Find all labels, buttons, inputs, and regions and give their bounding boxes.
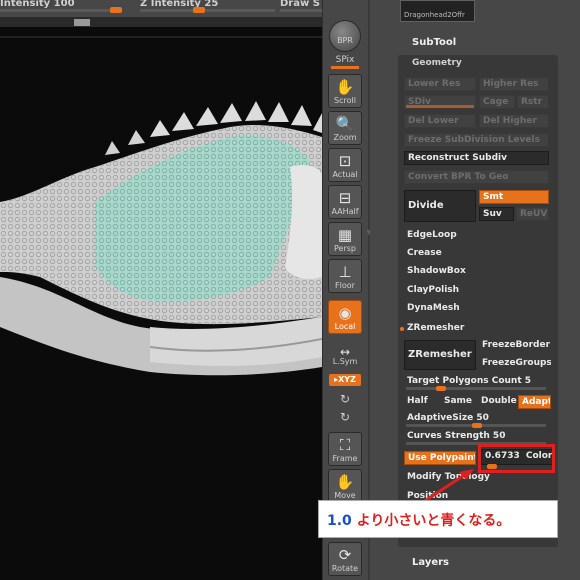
intensity-slider-knob[interactable] [110, 7, 122, 13]
rotate-button[interactable]: ⟳ Rotate [328, 542, 362, 576]
thumbnail-label: Dragonhead2Offr [404, 11, 465, 19]
freeze-subdivision-button[interactable]: Freeze SubDivision Levels [404, 133, 549, 147]
floor-icon: ⊥ [338, 263, 352, 281]
smt-toggle[interactable]: Smt [479, 190, 549, 204]
lsym-button[interactable]: ↔ L.Sym [328, 340, 362, 368]
highlight-box [478, 444, 555, 473]
local-transform-icon: ◉ [338, 304, 352, 322]
zremesher-button[interactable]: ZRemesher [404, 340, 476, 370]
spix-label[interactable]: SPix [328, 55, 362, 65]
horizontal-scrollbar[interactable] [0, 17, 322, 27]
edgeloop-subpalette[interactable]: EdgeLoop [404, 229, 549, 243]
rstr-button[interactable]: Rstr [517, 95, 549, 109]
convert-bpr-button[interactable]: Convert BPR To Geo [404, 170, 549, 184]
del-lower-button[interactable]: Del Lower [404, 114, 476, 128]
double-button[interactable]: Double [478, 395, 518, 409]
move-button[interactable]: ✋ Move [328, 469, 362, 503]
del-higher-button[interactable]: Del Higher [479, 114, 549, 128]
frame-label: Frame [332, 454, 358, 463]
cage-button[interactable]: Cage [479, 95, 515, 109]
aahalf-label: AAHalf [331, 207, 359, 216]
move-hand-icon: ✋ [335, 473, 355, 491]
annotation-message: より小さいと青くなる。 [351, 513, 511, 529]
adaptive-size-knob[interactable] [472, 423, 482, 428]
local-label: Local [334, 322, 356, 331]
bpr-button[interactable]: BPR [329, 20, 361, 52]
suv-toggle[interactable]: Suv [479, 207, 514, 221]
crease-subpalette[interactable]: Crease [404, 247, 549, 261]
reuv-button[interactable]: ReUV [516, 207, 549, 221]
shadowbox-subpalette[interactable]: ShadowBox [404, 265, 549, 279]
target-polygons-knob[interactable] [436, 386, 446, 391]
actual-size-icon: ⊡ [338, 152, 352, 170]
actual-button[interactable]: ⊡ Actual [328, 148, 362, 182]
intensity-slider[interactable] [0, 9, 120, 12]
use-polypaint-toggle[interactable]: Use Polypaint [404, 451, 476, 465]
hand-icon: ✋ [335, 78, 355, 96]
bpr-label: BPR [337, 36, 353, 45]
annotation-number: 1.0 [327, 513, 352, 529]
floor-label: Floor [335, 281, 355, 290]
rotate-icon: ⟳ [338, 546, 352, 564]
draw-size-label: Draw S [280, 0, 320, 9]
modify-topology-subpalette[interactable]: Modify Topology [404, 471, 549, 485]
persp-label: Persp [334, 244, 356, 253]
dragon-head-model [0, 36, 322, 376]
target-polygons-track[interactable] [406, 387, 546, 390]
lower-res-button[interactable]: Lower Res [404, 77, 476, 91]
same-button[interactable]: Same [441, 395, 473, 409]
frame-button[interactable]: ⛶ Frame [328, 432, 362, 466]
layers-header[interactable]: Layers [412, 557, 449, 568]
persp-button[interactable]: ▦ Persp [328, 222, 362, 256]
annotation-callout: 1.0 より小さいと青くなる。 [318, 500, 558, 538]
dynamesh-subpalette[interactable]: DynaMesh [404, 302, 549, 316]
rotate-label: Rotate [331, 564, 359, 573]
local-button[interactable]: ◉ Local [328, 300, 362, 334]
floor-button[interactable]: ⊥ Floor [328, 259, 362, 293]
rotate-axis-icon[interactable]: ↻ [328, 392, 362, 406]
rotate-axis-icon-2[interactable]: ↻ [328, 410, 362, 424]
right-shelf: BPR SPix ✋ Scroll 🔍 Zoom ⊡ Actual ⊟ AAHa… [322, 0, 368, 580]
actual-label: Actual [332, 170, 358, 179]
zremesher-subpalette[interactable]: ZRemesher [404, 322, 549, 336]
perspective-grid-icon: ▦ [337, 226, 353, 244]
aahalf-button[interactable]: ⊟ AAHalf [328, 185, 362, 219]
subtool-thumbnail[interactable]: Dragonhead2Offr [400, 0, 475, 22]
freeze-border-toggle[interactable]: FreezeBorder [479, 339, 551, 353]
claypolish-subpalette[interactable]: ClayPolish [404, 284, 549, 298]
xyz-button[interactable]: ▸XYZ [329, 374, 361, 386]
z-intensity-label: Z Intensity 25 [140, 0, 219, 9]
zoom-label: Zoom [333, 133, 357, 142]
frame-icon: ⛶ [339, 436, 351, 454]
aahalf-icon: ⊟ [338, 189, 352, 207]
intensity-label: Intensity 100 [0, 0, 75, 9]
sdiv-slider-track[interactable] [406, 105, 474, 108]
higher-res-button[interactable]: Higher Res [479, 77, 549, 91]
half-button[interactable]: Half [404, 395, 434, 409]
lsym-label: L.Sym [332, 357, 358, 366]
scroll-button[interactable]: ✋ Scroll [328, 74, 362, 108]
scrollbar-thumb[interactable] [74, 19, 90, 26]
subtool-header[interactable]: SubTool [412, 37, 456, 48]
freeze-groups-toggle[interactable]: FreezeGroups [479, 357, 551, 371]
z-intensity-slider-knob[interactable] [193, 7, 205, 13]
document-viewport[interactable] [0, 27, 322, 580]
annotation-text: 1.0 より小さいと青くなる。 [327, 510, 510, 530]
reconstruct-subdiv-button[interactable]: Reconstruct Subdiv [404, 151, 549, 165]
draw-size-slider[interactable] [280, 9, 322, 12]
geometry-header[interactable]: Geometry [412, 58, 462, 68]
move-label: Move [334, 491, 356, 500]
scroll-label: Scroll [334, 96, 356, 105]
divide-button[interactable]: Divide [404, 190, 476, 222]
z-intensity-slider[interactable] [140, 9, 275, 12]
adapt-toggle[interactable]: Adapt [518, 395, 551, 409]
magnifier-icon: 🔍 [335, 115, 355, 133]
zoom-button[interactable]: 🔍 Zoom [328, 111, 362, 145]
spix-slider[interactable] [331, 66, 359, 69]
